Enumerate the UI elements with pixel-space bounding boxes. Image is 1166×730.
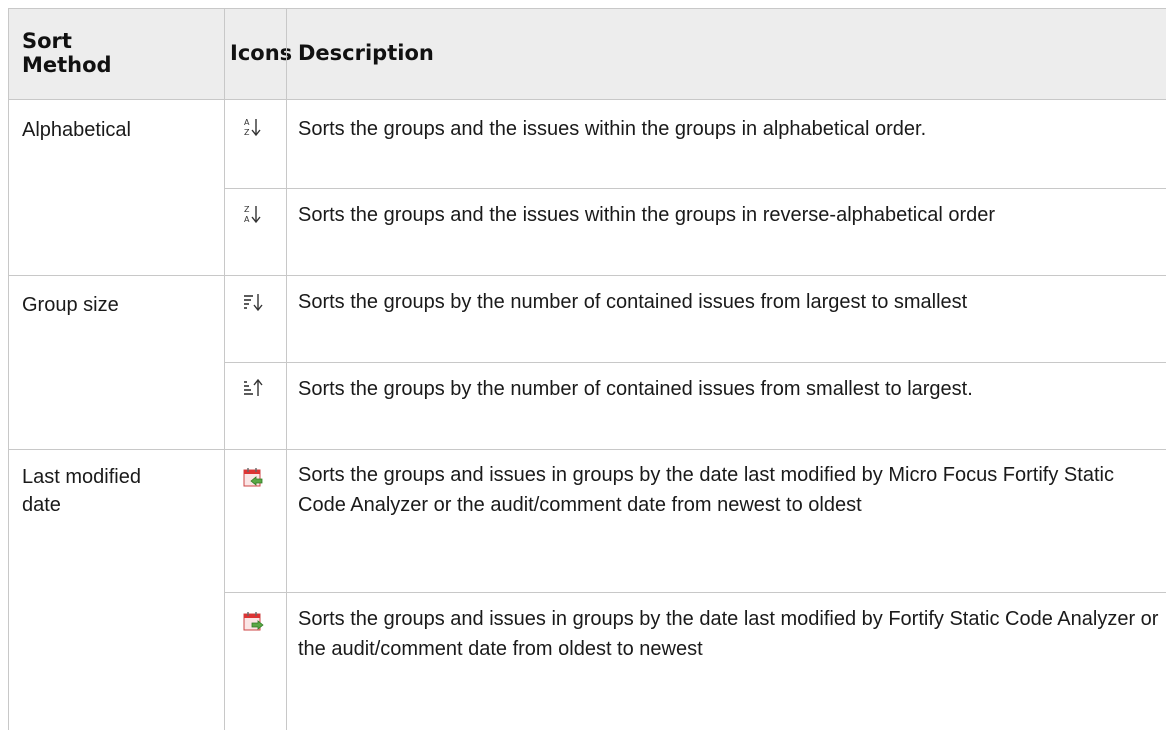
column-divider — [224, 8, 225, 730]
row-divider — [8, 449, 1166, 450]
sort-size-ascending-icon[interactable] — [242, 377, 264, 399]
row-method-group-size: Group size — [22, 294, 119, 316]
row-divider — [224, 592, 1166, 593]
header-icons: Icons — [230, 41, 293, 66]
sort-a-z-icon[interactable]: A Z — [242, 116, 264, 138]
row-method-last-modified-date: Last modified date — [22, 466, 141, 516]
row-divider — [224, 362, 1166, 363]
column-divider — [8, 8, 9, 730]
row-description: Sorts the groups and the issues within t… — [298, 118, 927, 140]
column-divider — [286, 8, 287, 730]
header-description: Description — [298, 41, 434, 66]
svg-text:A: A — [244, 118, 250, 127]
svg-text:A: A — [244, 215, 250, 224]
row-description: Sorts the groups and the issues within t… — [298, 204, 996, 226]
row-divider — [224, 188, 1166, 189]
svg-text:Z: Z — [244, 128, 250, 137]
calendar-newest-first-icon[interactable] — [242, 467, 264, 489]
row-divider — [8, 275, 1166, 276]
table-header-row: Sort Method Icons Description — [8, 8, 1166, 100]
row-description: Sorts the groups by the number of contai… — [298, 291, 968, 313]
header-sort-method: Sort Method — [22, 29, 112, 77]
row-method-alphabetical: Alphabetical — [22, 119, 131, 141]
sort-size-descending-icon[interactable] — [242, 291, 264, 313]
calendar-oldest-first-icon[interactable] — [242, 611, 264, 633]
row-description: Sorts the groups by the number of contai… — [298, 378, 973, 400]
row-description: Sorts the groups and issues in groups by… — [298, 608, 1159, 660]
svg-text:Z: Z — [244, 205, 250, 214]
row-description: Sorts the groups and issues in groups by… — [298, 464, 1114, 516]
sort-z-a-icon[interactable]: Z A — [242, 203, 264, 225]
sort-methods-table: Sort Method Icons Description Alphabetic… — [0, 0, 1166, 730]
